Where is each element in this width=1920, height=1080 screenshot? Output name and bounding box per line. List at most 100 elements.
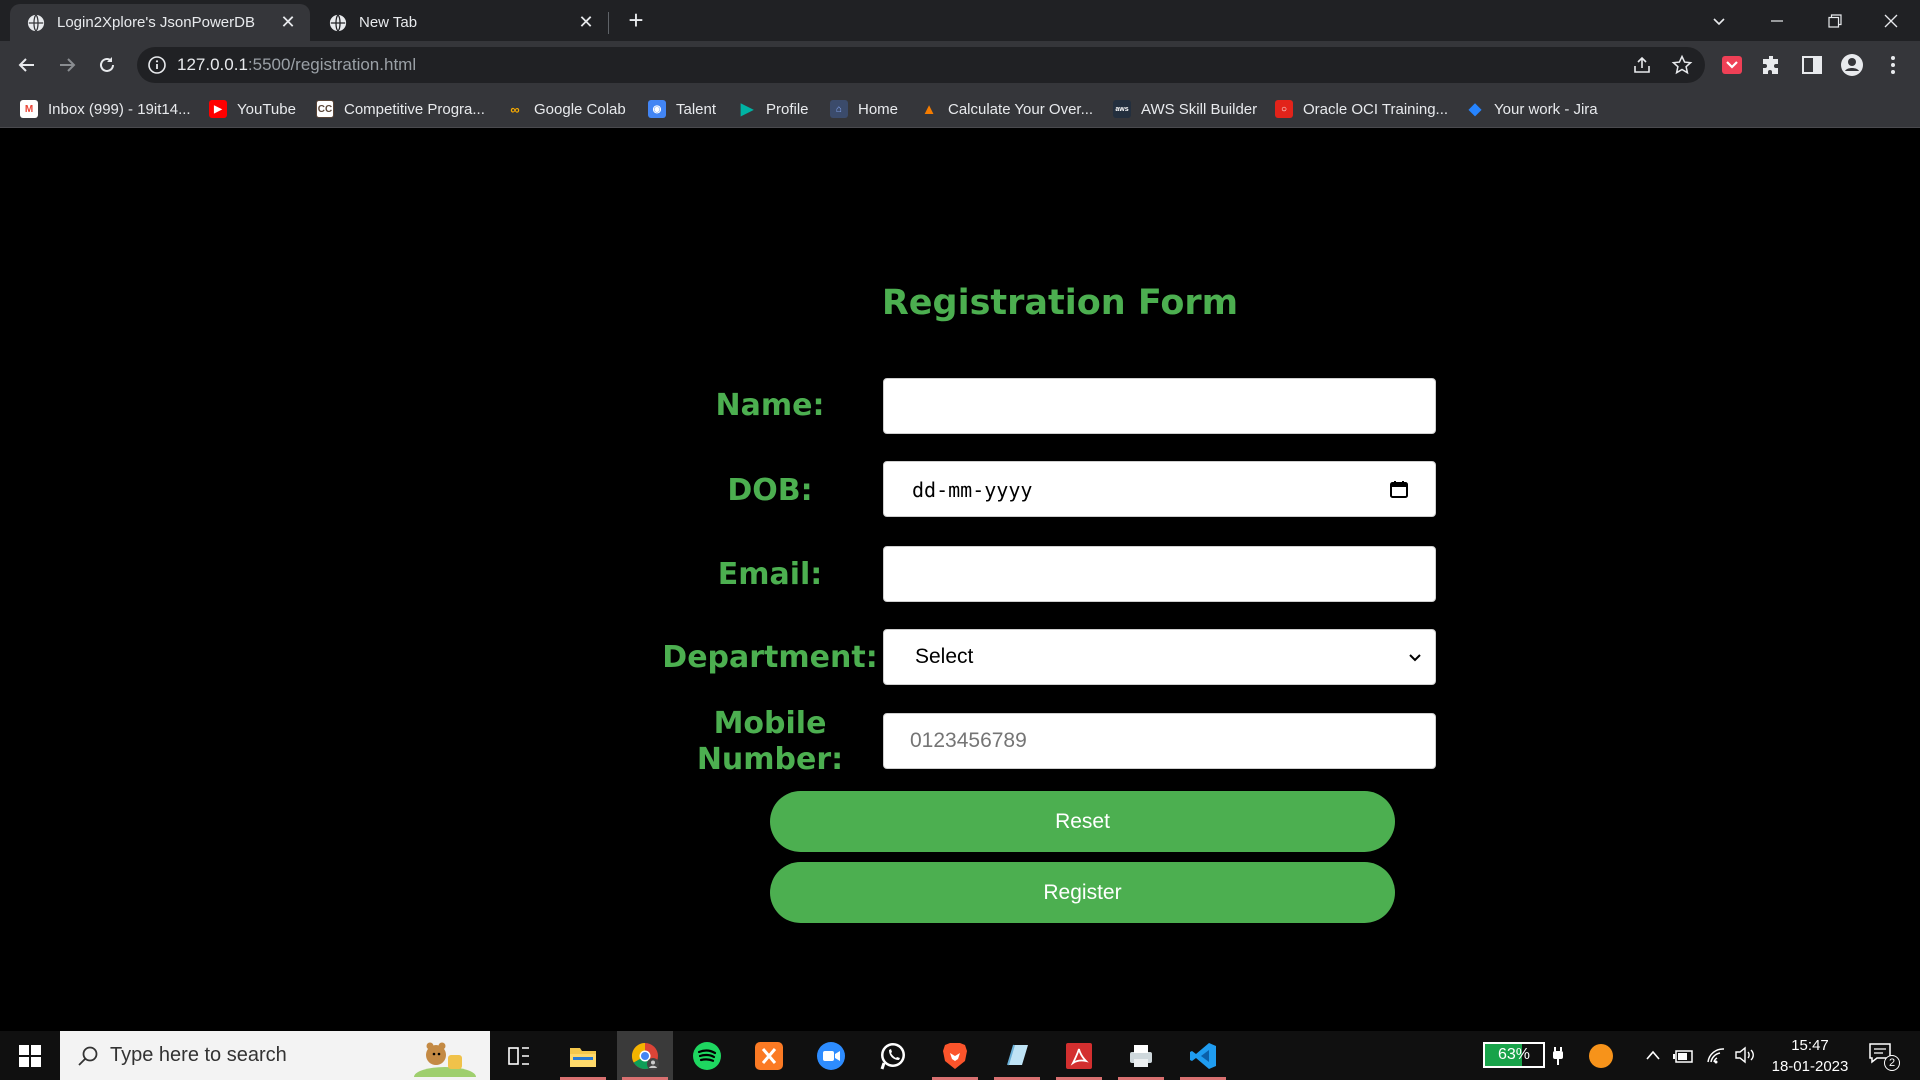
name-input[interactable] (884, 379, 1435, 433)
bookmark-youtube[interactable]: ▶ YouTube (209, 98, 296, 120)
url-host: 127.0.0.1 (177, 55, 248, 74)
dob-field[interactable]: dd-mm-yyyy (883, 461, 1436, 517)
share-icon[interactable] (1631, 54, 1653, 76)
taskbar-vscode[interactable] (1175, 1031, 1231, 1080)
battery-indicator[interactable]: 63% (1483, 1042, 1545, 1068)
spotify-icon (693, 1041, 721, 1070)
taskbar-file-explorer[interactable] (555, 1031, 611, 1080)
tab-active[interactable]: Login2Xplore's JsonPowerDB ✕ (10, 4, 310, 41)
task-view-button[interactable] (491, 1031, 547, 1080)
taskbar-xampp[interactable] (741, 1031, 797, 1080)
bookmarks-bar: M Inbox (999) - 19it14... ▶ YouTube CC Comp… (0, 89, 1920, 128)
mobile-field[interactable] (883, 713, 1436, 769)
globe-icon (27, 13, 45, 32)
taskbar-printer-app[interactable] (1113, 1031, 1169, 1080)
tab-title: Login2Xplore's JsonPowerDB (57, 14, 255, 31)
department-select[interactable]: Select (883, 629, 1436, 685)
tab-search-button[interactable] (1690, 0, 1748, 41)
extensions-icon[interactable] (1760, 53, 1784, 77)
taskbar-chrome[interactable] (617, 1031, 673, 1080)
bookmark-label: YouTube (237, 100, 296, 118)
side-panel-icon[interactable] (1800, 53, 1824, 77)
bookmark-gmail[interactable]: M Inbox (999) - 19it14... (20, 98, 191, 120)
tab-divider (608, 12, 609, 34)
url-text[interactable]: 127.0.0.1:5500/registration.html (177, 55, 416, 75)
chrome-icon (631, 1042, 659, 1070)
back-button[interactable] (11, 49, 43, 81)
taskbar-whatsapp[interactable] (865, 1031, 921, 1080)
bookmark-label: Your work - Jira (1494, 100, 1598, 118)
address-bar[interactable]: 127.0.0.1:5500/registration.html (137, 47, 1705, 83)
taskbar-brave[interactable] (927, 1031, 983, 1080)
clock[interactable]: 15:47 18-01-2023 (1760, 1035, 1860, 1077)
tab-new-tab[interactable]: New Tab ✕ (312, 4, 608, 41)
search-placeholder: Type here to search (110, 1044, 287, 1066)
vscode-icon (1190, 1042, 1216, 1069)
taskbar-acrobat[interactable] (1051, 1031, 1107, 1080)
close-tab-icon[interactable]: ✕ (576, 12, 596, 33)
bookmark-label: Oracle OCI Training... (1303, 100, 1449, 118)
department-selected: Select (915, 645, 974, 668)
register-button[interactable]: Register (770, 862, 1395, 923)
name-field[interactable] (883, 378, 1436, 434)
bookmark-label: Home (858, 100, 899, 118)
url-path: :5500/registration.html (247, 55, 417, 74)
chevron-down-icon (1409, 654, 1421, 662)
page-content: Registration Form Name: DOB: dd-mm-yyyy … (0, 128, 1920, 1031)
bookmark-calculate[interactable]: ▲ Calculate Your Over... (920, 98, 1094, 120)
jira-icon: ◆ (1468, 101, 1482, 118)
taskbar-zoom[interactable] (803, 1031, 859, 1080)
reset-button[interactable]: Reset (770, 791, 1395, 852)
email-field[interactable] (883, 546, 1436, 602)
wifi-icon[interactable] (1705, 1045, 1727, 1065)
orange-circle-icon[interactable] (1588, 1043, 1614, 1069)
calendar-icon[interactable] (1389, 479, 1409, 499)
close-window-button[interactable] (1862, 0, 1920, 41)
globe-icon (329, 13, 347, 32)
mobile-label: Mobile Number: (660, 706, 880, 778)
bookmark-label: AWS Skill Builder (1141, 100, 1258, 118)
bookmark-oracle[interactable]: ○ Oracle OCI Training... (1275, 98, 1448, 120)
bookmark-jira[interactable]: ◆ Your work - Jira (1466, 98, 1598, 120)
mobile-label-line2: Number: (696, 742, 844, 777)
department-label: Department: (662, 640, 878, 675)
mobile-label-line1: Mobile (713, 706, 827, 741)
restore-button[interactable] (1806, 0, 1864, 41)
browser-toolbar: 127.0.0.1:5500/registration.html (0, 41, 1920, 89)
windows-icon (19, 1044, 41, 1067)
arrow-left-icon (18, 58, 34, 72)
bookmark-competitive-programming[interactable]: CC Competitive Progra... (316, 98, 485, 120)
profile-avatar-icon[interactable] (1840, 53, 1864, 77)
email-input[interactable] (884, 547, 1435, 601)
chevron-up-icon[interactable] (1645, 1048, 1661, 1062)
pocket-icon[interactable] (1720, 53, 1744, 77)
bookmark-profile[interactable]: ▶ Profile (738, 98, 809, 120)
notes-app-icon (1007, 1044, 1028, 1065)
mobile-input[interactable] (884, 714, 1435, 768)
volume-icon[interactable] (1734, 1045, 1756, 1065)
oracle-icon: ○ (1275, 100, 1293, 118)
taskbar-spotify[interactable] (679, 1031, 735, 1080)
close-tab-icon[interactable]: ✕ (278, 12, 298, 33)
new-tab-button[interactable]: + (622, 7, 650, 33)
forward-button[interactable] (51, 49, 83, 81)
taskbar-notes-app[interactable] (989, 1031, 1045, 1080)
aws-icon: aws (1113, 100, 1131, 118)
bookmark-home[interactable]: ⌂ Home (830, 98, 898, 120)
bookmark-google-colab[interactable]: ∞ Google Colab (506, 98, 625, 120)
info-icon[interactable] (147, 55, 167, 75)
reload-button[interactable] (91, 49, 123, 81)
chevron-down-icon (1713, 17, 1725, 25)
notification-count: 2 (1884, 1055, 1900, 1071)
more-menu-icon[interactable] (1881, 53, 1905, 77)
taskbar-search[interactable]: Type here to search (60, 1031, 490, 1080)
dob-label: DOB: (727, 473, 813, 508)
bookmark-talent[interactable]: ◉ Talent (648, 98, 716, 120)
brave-icon (943, 1042, 967, 1069)
notification-center-button[interactable]: 2 (1868, 1042, 1900, 1071)
bookmark-aws[interactable]: aws AWS Skill Builder (1113, 98, 1257, 120)
star-icon[interactable] (1671, 54, 1693, 76)
battery-tray-icon[interactable] (1673, 1046, 1695, 1066)
minimize-button[interactable] (1748, 0, 1806, 41)
start-button[interactable] (0, 1031, 60, 1080)
